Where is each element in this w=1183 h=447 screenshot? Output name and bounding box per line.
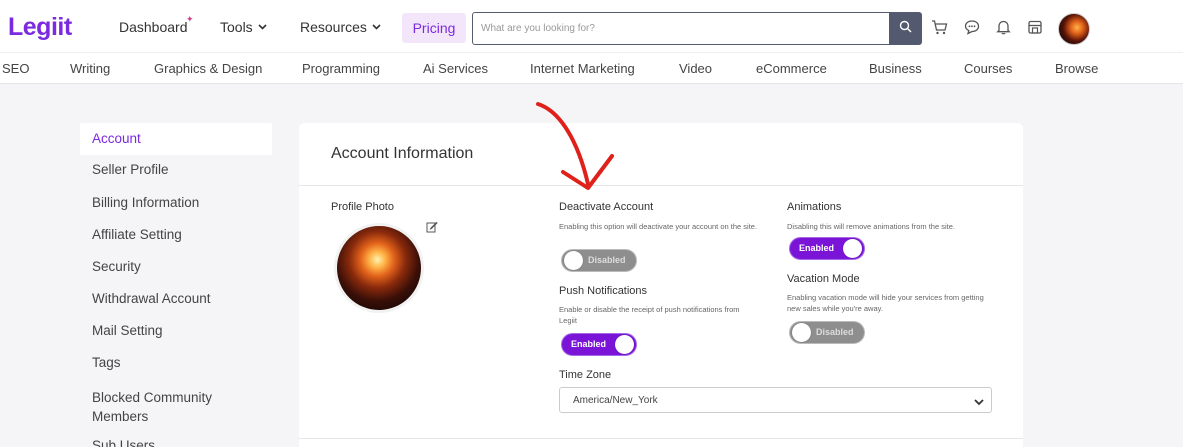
cart-icon[interactable] <box>930 18 948 36</box>
search-button[interactable] <box>889 13 921 44</box>
top-header: Legiit Dashboard ✦ Tools Resources Prici… <box>0 0 1183 52</box>
category-internet-marketing[interactable]: Internet Marketing <box>530 61 635 76</box>
bell-icon[interactable] <box>994 18 1012 36</box>
category-seo[interactable]: SEO <box>2 61 29 76</box>
chevron-down-icon <box>372 22 381 33</box>
category-graphics-design[interactable]: Graphics & Design <box>154 61 262 76</box>
sidebar-item-tags[interactable]: Tags <box>92 355 121 370</box>
vacation-mode-desc: Enabling vacation mode will hide your se… <box>787 293 984 313</box>
vacation-mode-toggle[interactable]: Disabled <box>789 321 865 344</box>
search-input[interactable] <box>481 13 881 44</box>
search-icon <box>899 20 912 38</box>
category-writing[interactable]: Writing <box>70 61 110 76</box>
sidebar-item-withdrawal-account[interactable]: Withdrawal Account <box>92 291 211 306</box>
sidebar-item-affiliate-setting[interactable]: Affiliate Setting <box>92 227 182 242</box>
chevron-down-icon <box>973 395 985 407</box>
nav-dashboard-label: Dashboard <box>119 19 188 35</box>
toggle-state-label: Enabled <box>571 339 607 349</box>
push-notifications-toggle[interactable]: Enabled <box>561 333 637 356</box>
vacation-mode-label: Vacation Mode <box>787 273 860 285</box>
toggle-state-label: Disabled <box>588 255 626 265</box>
category-business[interactable]: Business <box>869 61 922 76</box>
toggle-knob <box>792 323 811 342</box>
nav-dashboard[interactable]: Dashboard <box>119 19 188 35</box>
toggle-state-label: Disabled <box>816 327 854 337</box>
sidebar-item-seller-profile[interactable]: Seller Profile <box>92 162 169 177</box>
sidebar-item-mail-setting[interactable]: Mail Setting <box>92 323 163 338</box>
animations-desc: Disabling this will remove animations fr… <box>787 222 955 231</box>
nav-resources-label: Resources <box>300 19 367 35</box>
nav-pricing[interactable]: Pricing <box>402 13 466 43</box>
push-notifications-desc: Enable or disable the receipt of push no… <box>559 305 740 325</box>
time-zone-value: America/New_York <box>573 395 658 406</box>
sidebar-item-billing-information[interactable]: Billing Information <box>92 195 199 210</box>
deactivate-account-label: Deactivate Account <box>559 201 654 213</box>
account-information-card: Account Information Profile Photo Deacti… <box>299 123 1023 447</box>
category-programming[interactable]: Programming <box>302 61 380 76</box>
chat-icon[interactable] <box>963 18 981 36</box>
deactivate-account-desc: Enabling this option will deactivate you… <box>559 222 758 231</box>
sidebar-item-blocked-community-members[interactable]: Blocked Community Members <box>92 388 232 426</box>
divider <box>299 185 1023 186</box>
deactivate-account-toggle[interactable]: Disabled <box>561 249 637 272</box>
time-zone-select[interactable]: America/New_York <box>559 387 992 413</box>
nav-resources[interactable]: Resources <box>300 19 381 35</box>
edit-icon[interactable] <box>426 220 438 233</box>
category-bar: SEO Writing Graphics & Design Programmin… <box>0 52 1183 84</box>
toggle-knob <box>564 251 583 270</box>
category-courses[interactable]: Courses <box>964 61 1012 76</box>
animations-toggle[interactable]: Enabled <box>789 237 865 260</box>
profile-photo-label: Profile Photo <box>331 201 394 213</box>
user-avatar[interactable] <box>1058 13 1090 45</box>
push-notifications-label: Push Notifications <box>559 285 648 297</box>
time-zone-label: Time Zone <box>559 369 612 381</box>
divider <box>299 438 1023 439</box>
sidebar-item-security[interactable]: Security <box>92 259 141 274</box>
sidebar-item-sub-users[interactable]: Sub Users <box>92 438 155 447</box>
search-bar <box>472 12 922 45</box>
sidebar-item-account[interactable]: Account <box>92 131 141 146</box>
toggle-knob <box>615 335 634 354</box>
logo[interactable]: Legiit <box>8 13 72 42</box>
nav-tools[interactable]: Tools <box>220 19 267 35</box>
chevron-down-icon <box>258 22 267 33</box>
category-ecommerce[interactable]: eCommerce <box>756 61 827 76</box>
category-video[interactable]: Video <box>679 61 712 76</box>
profile-photo[interactable] <box>334 223 424 313</box>
animations-label: Animations <box>787 201 842 213</box>
toggle-state-label: Enabled <box>799 243 835 253</box>
category-browse[interactable]: Browse <box>1055 61 1098 76</box>
store-icon[interactable] <box>1026 18 1044 36</box>
toggle-knob <box>843 239 862 258</box>
page-title: Account Information <box>331 145 474 162</box>
category-ai-services[interactable]: Ai Services <box>423 61 488 76</box>
nav-tools-label: Tools <box>220 19 253 35</box>
sparkle-icon: ✦ <box>186 14 194 24</box>
